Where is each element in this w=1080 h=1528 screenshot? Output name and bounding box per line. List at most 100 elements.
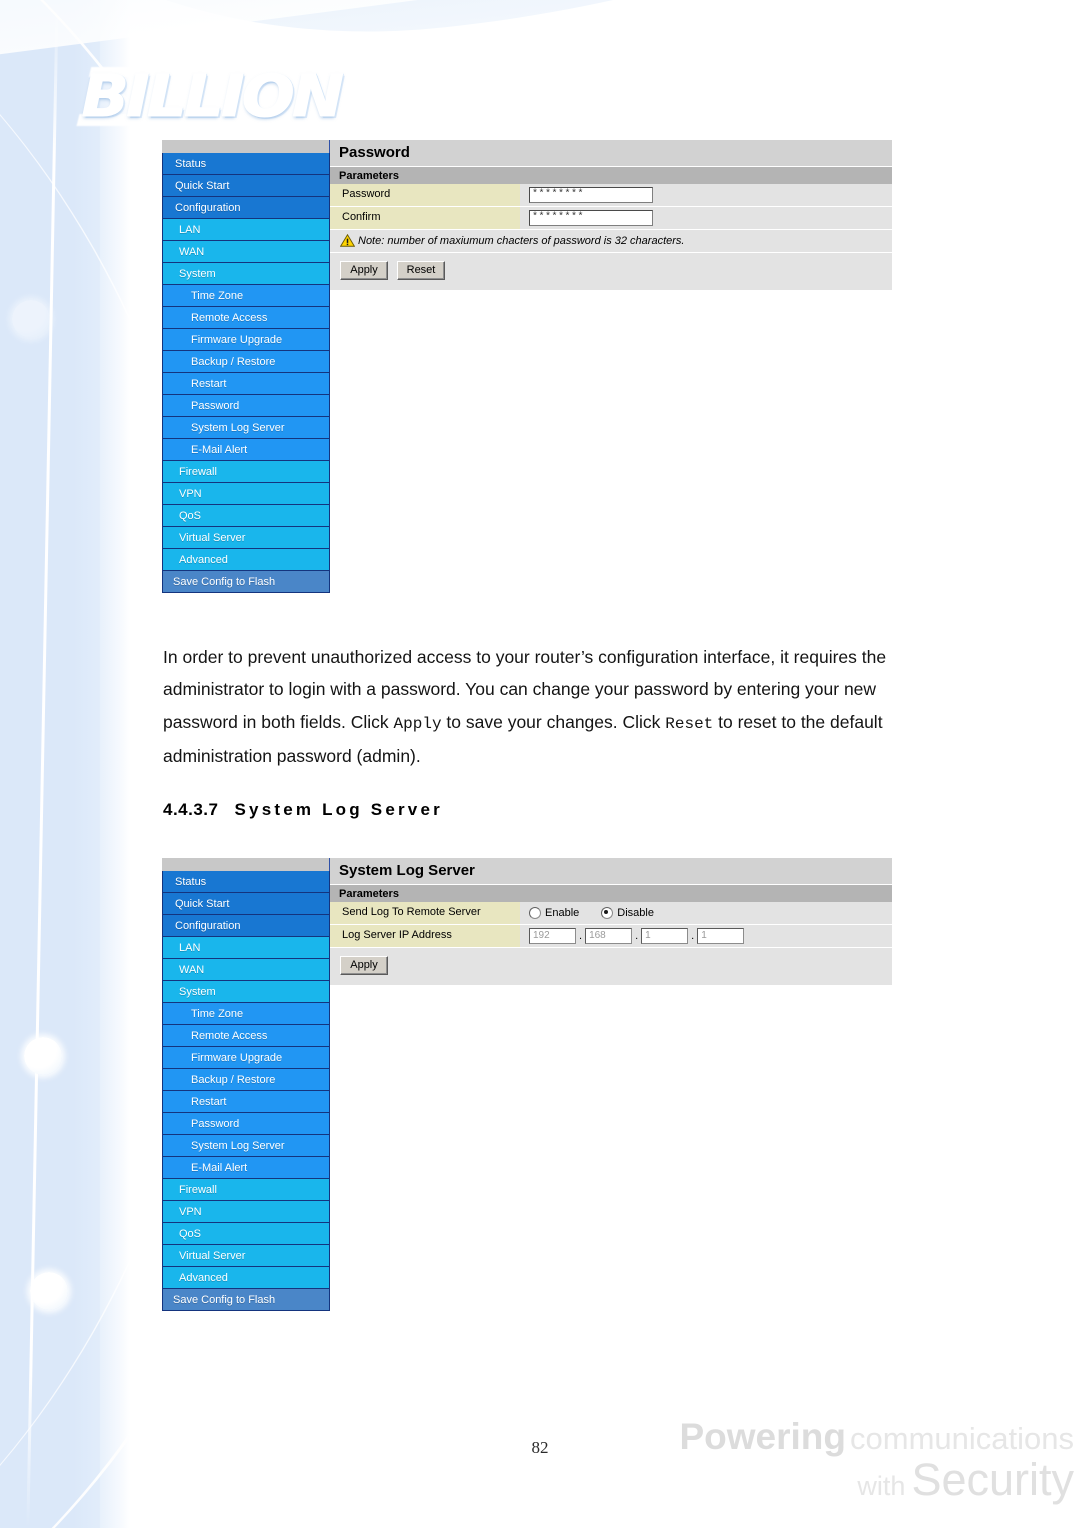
sidebar-item-lan[interactable]: LAN (162, 219, 330, 241)
password-row: Password ******** (330, 184, 892, 207)
sidebar-item-system-log-server[interactable]: System Log Server (162, 1135, 330, 1157)
send-log-field-cell: Enable Disable (520, 902, 892, 925)
tagline-security: Security (911, 1454, 1074, 1505)
sidebar-item-wan[interactable]: WAN (162, 959, 330, 981)
send-log-radio-group: Enable Disable (529, 907, 654, 919)
router-sidebar-menu: Status Quick Start Configuration LAN WAN… (162, 140, 330, 593)
body-paragraph: In order to prevent unauthorized access … (163, 641, 953, 773)
sidebar-item-system[interactable]: System (162, 263, 330, 285)
sidebar-item-system[interactable]: System (162, 981, 330, 1003)
syslog-button-row: Apply (330, 948, 892, 985)
password-input[interactable]: ******** (529, 187, 653, 203)
bead-chain-line (26, 0, 59, 1528)
sidebar-item-status[interactable]: Status (162, 153, 330, 175)
radio-enable-label: Enable (545, 907, 580, 919)
paragraph-text-2: to save your changes. Click (441, 711, 666, 732)
radio-disable-label: Disable (617, 907, 654, 919)
tagline-line-1: Powering communications (604, 1418, 1074, 1455)
bead-circle (12, 300, 50, 338)
ip-octet-3-input[interactable]: 1 (641, 928, 689, 944)
sidebar-item-email-alert[interactable]: E-Mail Alert (162, 439, 330, 461)
sidebar-item-save-config-to-flash[interactable]: Save Config to Flash (162, 1289, 330, 1311)
sidebar-item-firmware-upgrade[interactable]: Firmware Upgrade (162, 329, 330, 351)
billion-logo: BILLION (76, 58, 398, 130)
warning-icon (340, 234, 355, 247)
bead-circle (24, 1037, 62, 1075)
ip-octet-1-input[interactable]: 192 (529, 928, 576, 944)
radio-option-enable[interactable]: Enable (529, 907, 579, 919)
system-log-server-screenshot: Status Quick Start Configuration LAN WAN… (162, 858, 892, 1311)
reset-button[interactable]: Reset (397, 261, 445, 280)
ip-separator-dot: . (579, 930, 583, 942)
sidebar-item-firewall[interactable]: Firewall (162, 461, 330, 483)
sidebar-item-password[interactable]: Password (162, 395, 330, 417)
password-field-cell: ******** (520, 184, 892, 207)
password-field-label: Password (330, 184, 520, 207)
sidebar-item-firmware-upgrade[interactable]: Firmware Upgrade (162, 1047, 330, 1069)
tagline-line-2: with Security (604, 1457, 1074, 1502)
sidebar-item-remote-access[interactable]: Remote Access (162, 1025, 330, 1047)
panel-title: Password (330, 140, 892, 166)
apply-button[interactable]: Apply (340, 261, 388, 280)
sidebar-item-password[interactable]: Password (162, 1113, 330, 1135)
ip-separator-dot: . (635, 930, 639, 942)
sidebar-item-vpn[interactable]: VPN (162, 483, 330, 505)
top-white-swoosh (0, 0, 1080, 62)
confirm-field-label: Confirm (330, 207, 520, 230)
sidebar-item-vpn[interactable]: VPN (162, 1201, 330, 1223)
password-note-row: Note: number of maxiumum chacters of pas… (330, 230, 892, 253)
sidebar-item-wan[interactable]: WAN (162, 241, 330, 263)
ip-octet-4-input[interactable]: 1 (697, 928, 745, 944)
reset-inline-keyword: Reset (665, 714, 714, 733)
left-blue-band (0, 0, 118, 1528)
section-number: 4.4.3.7 (163, 800, 219, 820)
sidebar-item-restart[interactable]: Restart (162, 373, 330, 395)
sidebar-item-virtual-server[interactable]: Virtual Server (162, 1245, 330, 1267)
sidebar-item-configuration[interactable]: Configuration (162, 197, 330, 219)
sidebar-top-strip (162, 140, 330, 153)
password-screenshot: Status Quick Start Configuration LAN WAN… (162, 140, 892, 593)
sidebar-item-time-zone[interactable]: Time Zone (162, 1003, 330, 1025)
panel-title: System Log Server (330, 858, 892, 884)
apply-button[interactable]: Apply (340, 956, 388, 975)
sidebar-item-qos[interactable]: QoS (162, 505, 330, 527)
sidebar-item-system-log-server[interactable]: System Log Server (162, 417, 330, 439)
bead-circle (30, 1272, 68, 1310)
sidebar-top-strip (162, 858, 330, 871)
sidebar-item-virtual-server[interactable]: Virtual Server (162, 527, 330, 549)
radio-option-disable[interactable]: Disable (601, 907, 654, 919)
sidebar-item-remote-access[interactable]: Remote Access (162, 307, 330, 329)
radio-enable-icon[interactable] (529, 907, 541, 919)
left-blue-band-fade (100, 0, 130, 1528)
sidebar-item-qos[interactable]: QoS (162, 1223, 330, 1245)
sidebar-item-advanced[interactable]: Advanced (162, 549, 330, 571)
log-server-ip-row: Log Server IP Address 192 . 168 . 1 . 1 (330, 925, 892, 948)
confirm-password-input[interactable]: ******** (529, 210, 653, 226)
sidebar-item-backup-restore[interactable]: Backup / Restore (162, 351, 330, 373)
send-log-label: Send Log To Remote Server (330, 902, 520, 925)
ip-octet-2-input[interactable]: 168 (585, 928, 633, 944)
sidebar-item-save-config-to-flash[interactable]: Save Config to Flash (162, 571, 330, 593)
logo-wordmark: BILLION (81, 62, 344, 130)
sidebar-item-time-zone[interactable]: Time Zone (162, 285, 330, 307)
sidebar-item-restart[interactable]: Restart (162, 1091, 330, 1113)
tagline-with: with (857, 1471, 906, 1501)
password-button-row: Apply Reset (330, 253, 892, 290)
sidebar-item-status[interactable]: Status (162, 871, 330, 893)
sidebar-item-quick-start[interactable]: Quick Start (162, 175, 330, 197)
sidebar-item-quick-start[interactable]: Quick Start (162, 893, 330, 915)
panel-subheader: Parameters (330, 166, 892, 184)
router-sidebar-menu: Status Quick Start Configuration LAN WAN… (162, 858, 330, 1311)
panel-subheader: Parameters (330, 884, 892, 902)
sidebar-item-backup-restore[interactable]: Backup / Restore (162, 1069, 330, 1091)
system-log-server-panel: System Log Server Parameters Send Log To… (330, 858, 892, 985)
sidebar-item-email-alert[interactable]: E-Mail Alert (162, 1157, 330, 1179)
log-server-ip-field-cell: 192 . 168 . 1 . 1 (520, 925, 892, 948)
radio-disable-icon[interactable] (601, 907, 614, 919)
sidebar-item-lan[interactable]: LAN (162, 937, 330, 959)
sidebar-item-firewall[interactable]: Firewall (162, 1179, 330, 1201)
sidebar-item-configuration[interactable]: Configuration (162, 915, 330, 937)
sidebar-item-advanced[interactable]: Advanced (162, 1267, 330, 1289)
apply-inline-keyword: Apply (393, 714, 442, 733)
confirm-row: Confirm ******** (330, 207, 892, 230)
